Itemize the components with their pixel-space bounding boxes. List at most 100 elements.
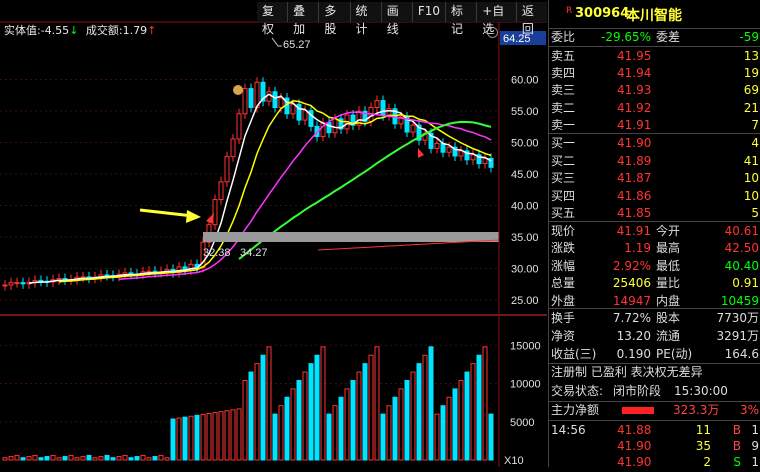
volume-bar (440, 405, 446, 461)
candle-body (434, 142, 440, 149)
kline-chart-area[interactable]: 65.27 32.38 34.27 64.25 60.00 55.00 50.00 4… (0, 0, 547, 467)
volume-bar (86, 454, 92, 461)
volume-bar (302, 371, 308, 461)
volume-bar (320, 346, 326, 461)
volume-bar (188, 415, 194, 461)
fundamental-value: 3291万 (716, 329, 759, 343)
fundamental-row: 换手 7.72% 股本 7730万 (549, 309, 760, 328)
volume-bar (2, 457, 8, 461)
ask-level-qty: 13 (743, 49, 759, 63)
fundamental-label: 净资 (551, 329, 576, 343)
trade-status-label: 交易状态: (551, 384, 604, 398)
net-flow-value: 323.3万 (673, 403, 720, 417)
candle-body (236, 113, 242, 140)
candle-body (302, 110, 308, 121)
volume-bar (206, 413, 212, 461)
volume-bar (266, 346, 272, 461)
volume-bar (308, 363, 314, 461)
ask-level-label: 卖一 (551, 117, 576, 132)
toolbar-button-add-watchlist[interactable]: +自选 (476, 2, 516, 36)
bid-level: 买四 41.86 10 (549, 187, 760, 206)
volume-bar (212, 412, 218, 461)
quote-value: 40.40 (724, 258, 759, 273)
volume-bar (476, 354, 482, 461)
quote-label: 总量 (551, 276, 576, 291)
volume-bar (284, 396, 290, 461)
bid-level-qty: 41 (743, 153, 759, 168)
toolbar-button-back[interactable]: 返回 (515, 2, 547, 36)
ask-level-qty: 21 (743, 100, 759, 115)
quote-label: 涨跌 (551, 241, 576, 256)
quote-label: 最低 (656, 258, 681, 273)
volume-bar (362, 363, 368, 461)
ask-level-label: 卖五 (551, 49, 576, 63)
volume-bar (380, 413, 386, 461)
ask-level-qty: 7 (751, 117, 759, 132)
price-axis-tick: 45.00 (511, 169, 539, 181)
candle-body (212, 198, 218, 226)
quote-value: 40.61 (724, 224, 759, 238)
toolbar-button-fuquan[interactable]: 复权 (257, 2, 288, 36)
volume-bar (74, 457, 80, 461)
price-axis-tick: 25.00 (511, 295, 539, 307)
volume-bar (242, 379, 248, 461)
toolbar-button-draw-line[interactable]: 画线 (380, 2, 412, 36)
quote-label: 最高 (656, 241, 681, 256)
entity-value: -4.55 (40, 24, 70, 37)
volume-bar (344, 388, 350, 461)
quote-row: 现价 41.91 今开 40.61 (549, 222, 760, 241)
volume-bar (416, 363, 422, 461)
stock-header: R 300964 本川智能 (549, 0, 760, 28)
volume-bar (224, 410, 230, 461)
quote-value: 42.50 (724, 241, 759, 256)
toolbar-button-multi-stock[interactable]: 多股 (318, 2, 350, 36)
money-bag-icon[interactable] (233, 85, 243, 95)
price-axis-tick: 60.00 (511, 75, 539, 87)
candle-body (278, 97, 284, 108)
volume-axis-tick: 15000 (510, 340, 541, 352)
highlight-arrow-head (186, 210, 201, 223)
volume-bar (296, 379, 302, 461)
fundamental-value: 7.72% (612, 311, 651, 325)
volume-bar (326, 413, 332, 461)
volume-bar (470, 363, 476, 461)
volume-bar (338, 396, 344, 461)
volume-bar (146, 457, 152, 461)
order-ratio-row: 委比 -29.65% 委差 -59 (549, 28, 760, 47)
candle-body (146, 270, 152, 273)
tick-qty: 2 (703, 455, 711, 469)
bid-level: 买三 41.87 10 (549, 169, 760, 188)
entity-label: 实体值: (4, 24, 41, 37)
toolbar-button-mark[interactable]: 标记 (445, 2, 477, 36)
net-flow-bar (622, 407, 654, 414)
volume-bar (194, 414, 200, 461)
net-flow-row[interactable]: 主力净额 323.3万 3% (549, 401, 760, 420)
fundamental-row: 收益(三) 0.190 PE(动) 164.6 (549, 345, 760, 364)
indicator-bar: 实体值:-4.55↓ 成交额:1.79↑ (4, 25, 156, 37)
toolbar-button-overlay[interactable]: 叠加 (287, 2, 319, 36)
ask-level-qty: 19 (743, 66, 759, 81)
toolbar-button-f10[interactable]: F10 (411, 2, 446, 22)
candle-body (218, 181, 224, 200)
trade-phase: 闭市阶段 (613, 384, 662, 398)
ask-level: 卖三 41.93 69 (549, 81, 760, 100)
quote-label: 今开 (656, 224, 681, 238)
ask-level-price: 41.92 (617, 100, 652, 115)
volume-multiplier: X10 (504, 455, 524, 467)
volume-bar (410, 371, 416, 461)
toolbar-button-statistics[interactable]: 统计 (349, 2, 381, 36)
highlight-arrow-shaft (139, 208, 194, 218)
bid-level-qty: 4 (751, 136, 759, 150)
volume-bar (32, 454, 38, 461)
trade-status-row: 交易状态: 闭市阶段 15:30:00 (549, 382, 760, 401)
kline-chart-svg[interactable]: 65.27 32.38 34.27 64.25 60.0055.0050.004… (0, 0, 547, 467)
volume-bar (278, 405, 284, 461)
volume-bar (386, 405, 392, 461)
volume-bar (314, 354, 320, 461)
buy-signal-arrow (206, 213, 214, 224)
bid-level-label: 买三 (551, 171, 576, 185)
candle-body (14, 282, 20, 285)
order-diff-label: 委差 (656, 30, 681, 44)
volume-bar (464, 371, 470, 461)
turnover-up-arrow-icon: ↑ (147, 24, 157, 37)
